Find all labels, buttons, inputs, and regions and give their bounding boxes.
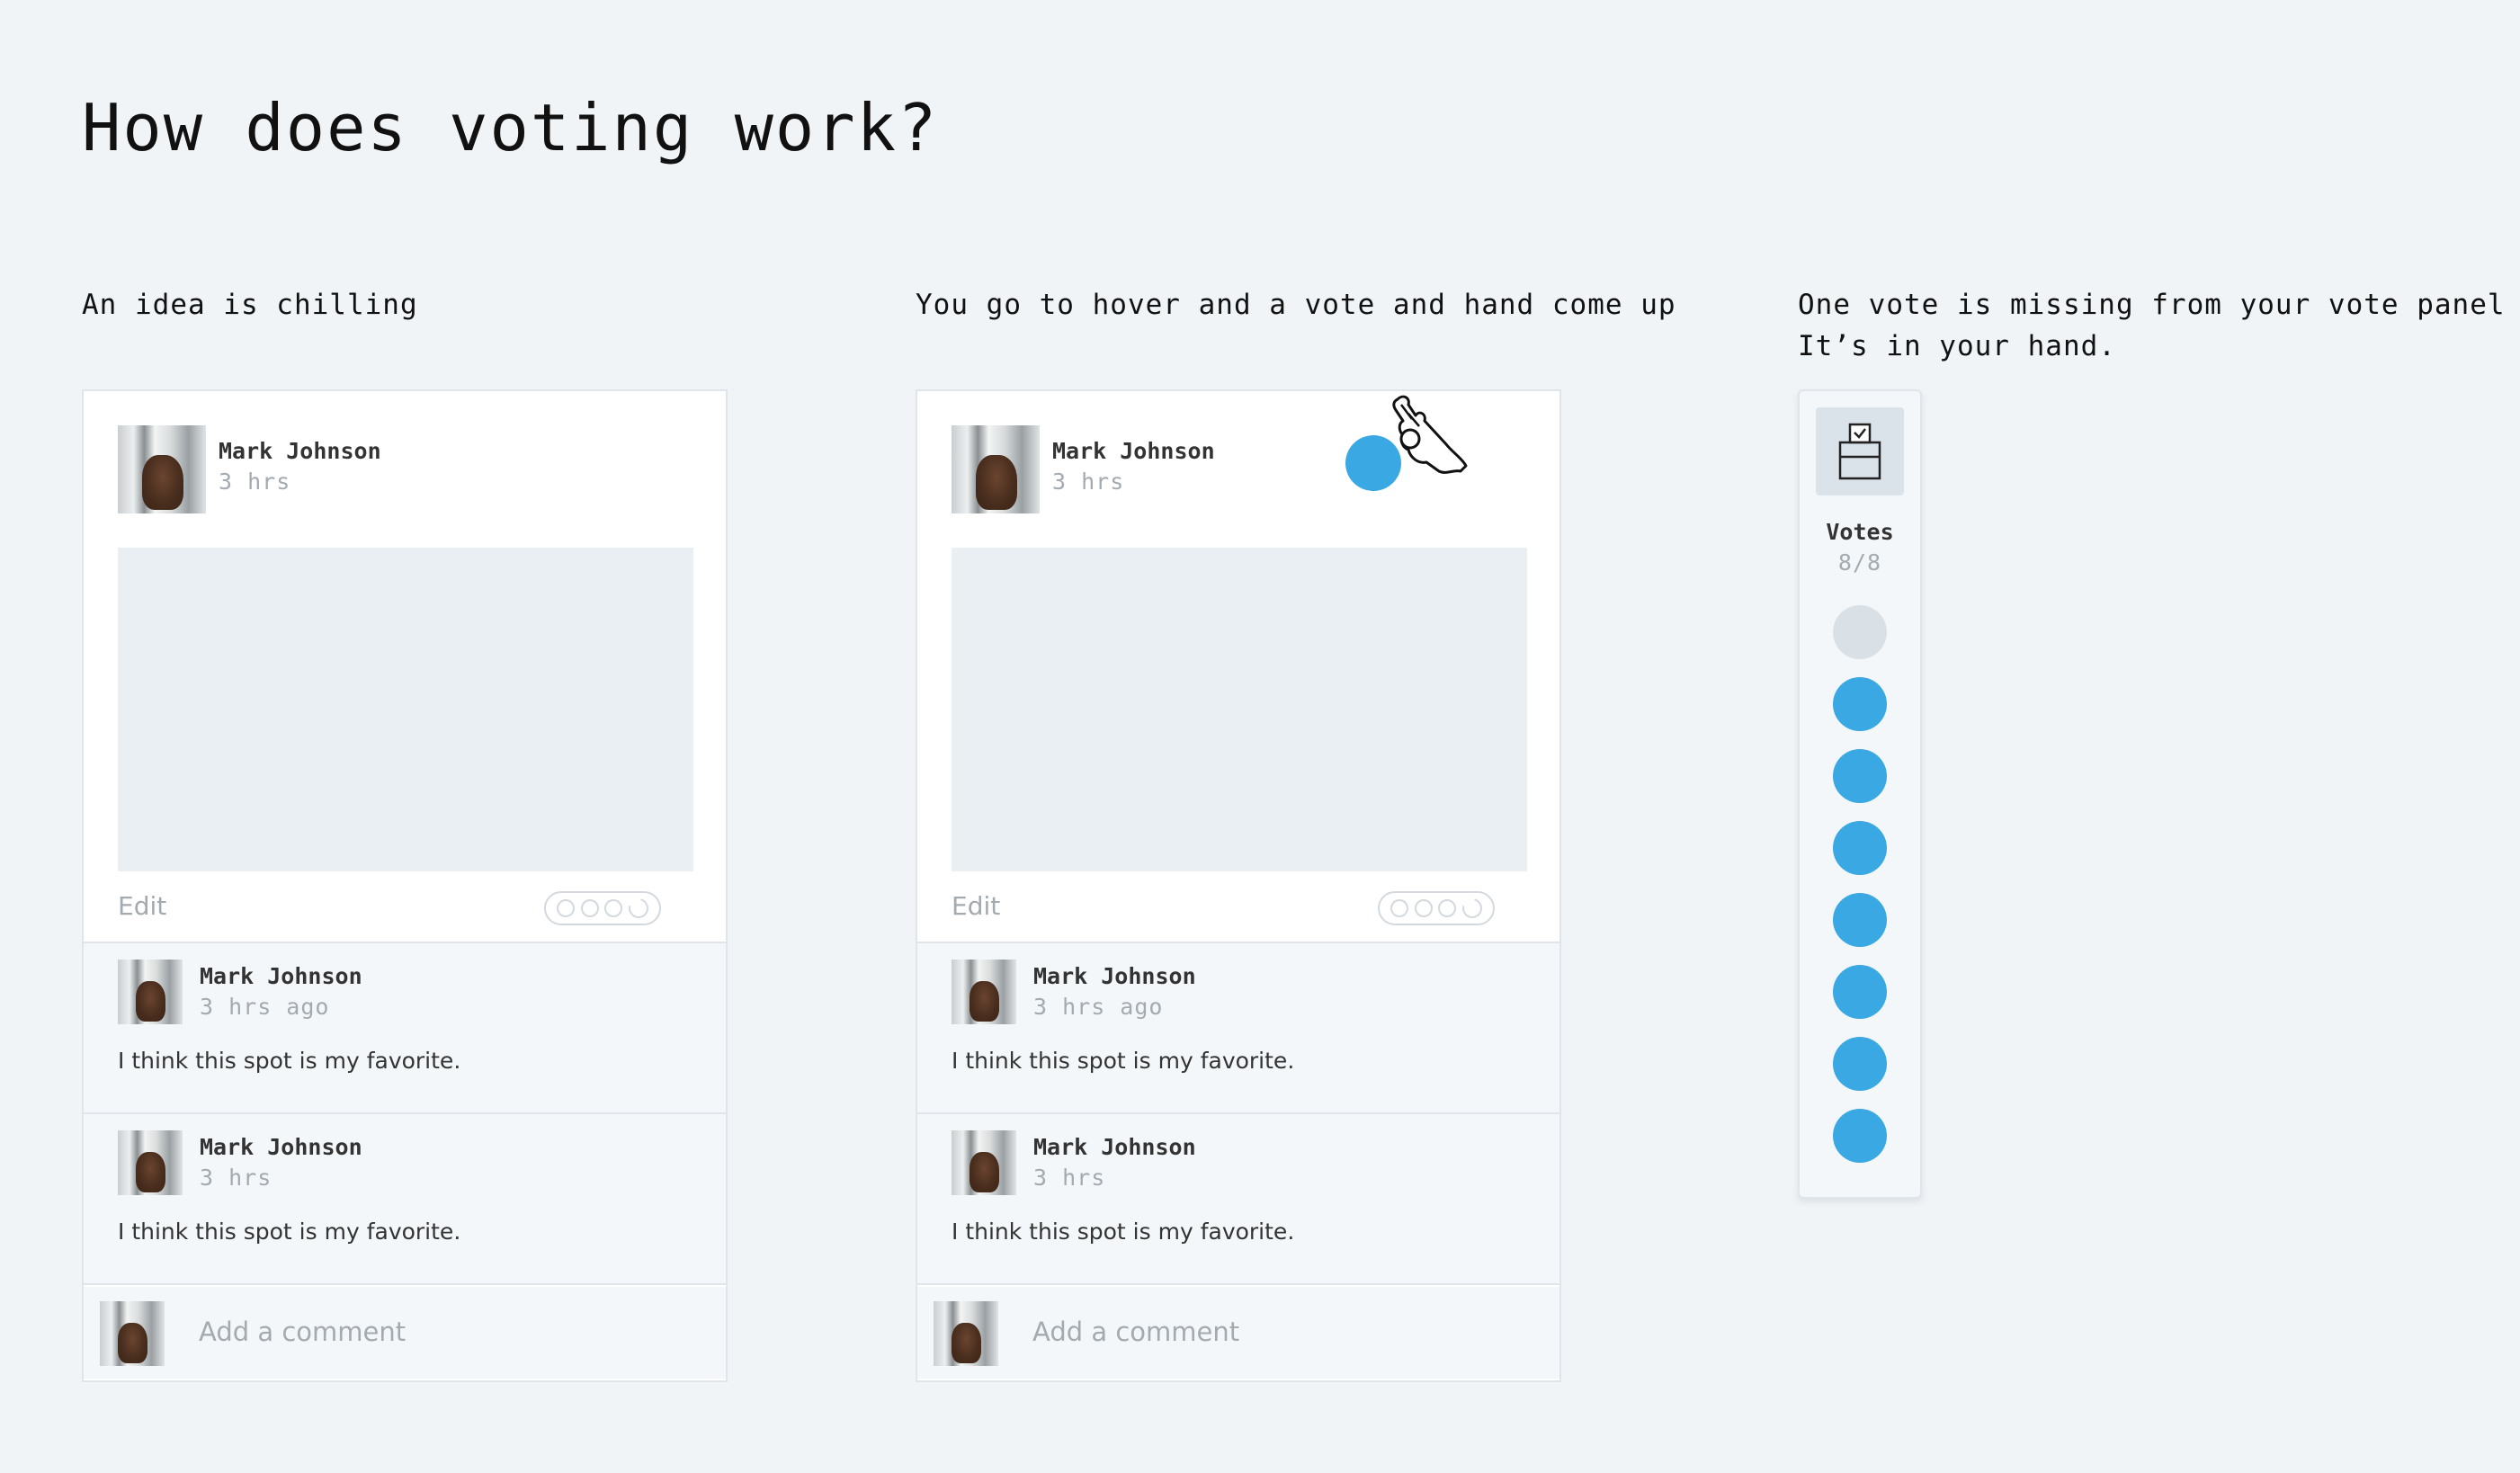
vote-panel: Votes 8/8 [1798, 389, 1922, 1199]
vote-slot-icon [604, 899, 623, 917]
ballot-box-button[interactable] [1816, 407, 1904, 495]
post-author[interactable]: Mark Johnson [1052, 438, 1215, 464]
add-comment-input[interactable] [199, 1314, 666, 1350]
avatar[interactable] [118, 960, 183, 1024]
vote-indicator[interactable] [1378, 891, 1495, 925]
avatar[interactable] [952, 425, 1040, 513]
comment-time: 3 hrs ago [200, 994, 330, 1020]
step-3-caption: One vote is missing from your vote panel… [1798, 289, 2506, 362]
comment-time: 3 hrs [1033, 1165, 1106, 1191]
vote-slot-icon [557, 899, 576, 917]
edit-button[interactable]: Edit [118, 891, 166, 921]
post-author[interactable]: Mark Johnson [219, 438, 381, 464]
comment-item: Mark Johnson 3 hrs ago I think this spot… [84, 943, 726, 1114]
vote-token[interactable] [1833, 1109, 1887, 1163]
step-2-caption: You go to hover and a vote and hand come… [916, 289, 1676, 321]
votes-label: Votes [1826, 519, 1894, 545]
comment-text: I think this spot is my favorite. [118, 1048, 461, 1074]
comment-item: Mark Johnson 3 hrs ago I think this spot… [917, 943, 1559, 1114]
comment-text: I think this spot is my favorite. [952, 1219, 1295, 1245]
avatar[interactable] [952, 1130, 1016, 1195]
vote-token[interactable] [1833, 1037, 1887, 1091]
avatar [934, 1301, 998, 1366]
avatar[interactable] [952, 960, 1016, 1024]
add-comment-input[interactable] [1032, 1314, 1500, 1350]
comment-item: Mark Johnson 3 hrs I think this spot is … [84, 1114, 726, 1285]
comment-author[interactable]: Mark Johnson [1033, 1134, 1196, 1160]
comment-text: I think this spot is my favorite. [952, 1048, 1295, 1074]
idea-card-1: Mark Johnson 3 hrs Edit Mark Johnson 3 h… [82, 389, 728, 1382]
avatar[interactable] [118, 1130, 183, 1195]
comment-author[interactable]: Mark Johnson [1033, 963, 1196, 989]
vote-token[interactable] [1833, 965, 1887, 1019]
vote-token[interactable] [1833, 893, 1887, 947]
page-title: How does voting work? [82, 90, 939, 165]
post-time: 3 hrs [219, 469, 291, 495]
comment-time: 3 hrs [200, 1165, 273, 1191]
post-time: 3 hrs [1052, 469, 1125, 495]
idea-image[interactable] [952, 548, 1527, 871]
avatar [100, 1301, 165, 1366]
vote-token-empty[interactable] [1833, 605, 1887, 659]
vote-token[interactable] [1833, 677, 1887, 731]
vote-token[interactable] [1833, 749, 1887, 803]
edit-button[interactable]: Edit [952, 891, 1000, 921]
step-1-caption: An idea is chilling [82, 289, 418, 321]
idea-image[interactable] [118, 548, 693, 871]
vote-slot-icon [1438, 899, 1457, 917]
hand-pinch-icon [1392, 395, 1468, 474]
comment-author[interactable]: Mark Johnson [200, 1134, 362, 1160]
add-comment-row [84, 1287, 726, 1379]
vote-indicator[interactable] [544, 891, 661, 925]
undo-icon [624, 894, 652, 923]
vote-slot-icon [1390, 899, 1409, 917]
ballot-box-icon [1838, 423, 1881, 480]
comment-text: I think this spot is my favorite. [118, 1219, 461, 1245]
votes-count: 8/8 [1837, 549, 1882, 576]
avatar[interactable] [118, 425, 206, 513]
undo-icon [1458, 894, 1486, 923]
vote-token[interactable] [1833, 821, 1887, 875]
add-comment-row [917, 1287, 1559, 1379]
vote-slot-icon [580, 899, 599, 917]
comment-author[interactable]: Mark Johnson [200, 963, 362, 989]
comment-time: 3 hrs ago [1033, 994, 1164, 1020]
vote-slot-icon [1414, 899, 1433, 917]
idea-card-2: Mark Johnson 3 hrs Edit Mark Johnson 3 h… [916, 389, 1561, 1382]
comment-item: Mark Johnson 3 hrs I think this spot is … [917, 1114, 1559, 1285]
